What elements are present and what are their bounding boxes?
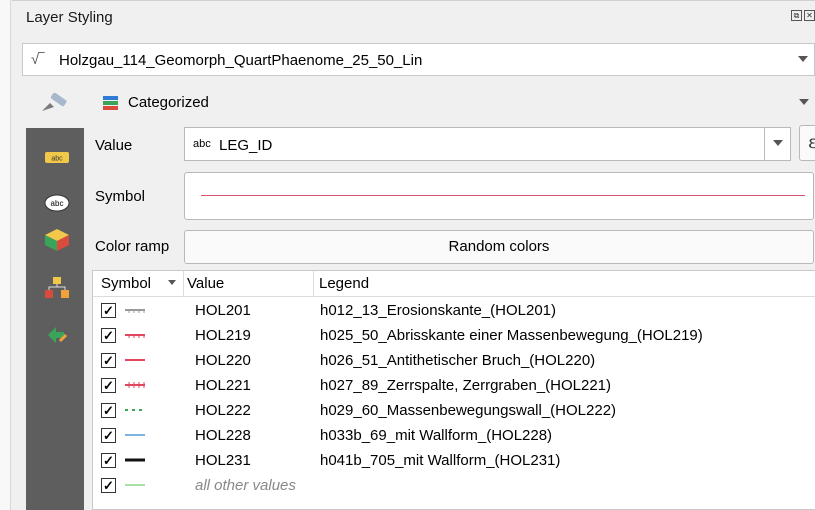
line-layer-icon: √‾ bbox=[31, 51, 45, 68]
renderer-selected: Categorized bbox=[128, 94, 209, 111]
row-checkbox[interactable]: ✓ bbox=[101, 453, 116, 468]
table-row[interactable]: ✓ HOL220 h026_51_Antithetischer Bruch_(HOL… bbox=[93, 348, 815, 373]
line-symbol-icon[interactable] bbox=[123, 328, 147, 342]
category-value[interactable]: HOL228 bbox=[195, 427, 251, 444]
category-legend[interactable]: h041b_705_mit Wallform_(HOL231) bbox=[320, 452, 560, 469]
panel-titlebar: Layer Styling ⧉ ✕ bbox=[12, 0, 815, 34]
float-panel-icon[interactable]: ⧉ bbox=[791, 10, 802, 21]
category-legend[interactable]: h025_50_Abrisskante einer Massenbewegung… bbox=[320, 327, 703, 344]
category-value[interactable]: HOL201 bbox=[195, 302, 251, 319]
sort-descending-icon[interactable] bbox=[168, 280, 176, 285]
string-field-icon: abc bbox=[193, 138, 211, 150]
line-symbol-icon[interactable] bbox=[123, 453, 147, 467]
chevron-down-icon bbox=[773, 140, 783, 146]
categorized-renderer-icon bbox=[103, 96, 118, 110]
row-checkbox[interactable]: ✓ bbox=[101, 303, 116, 318]
map-canvas-edge bbox=[0, 0, 11, 510]
symbol-label: Symbol bbox=[95, 188, 146, 205]
close-panel-icon[interactable]: ✕ bbox=[804, 10, 815, 21]
column-header-value[interactable]: Value bbox=[187, 275, 224, 292]
value-field-name: LEG_ID bbox=[219, 137, 273, 154]
value-field-dropdown[interactable] bbox=[765, 127, 791, 161]
other-values-label[interactable]: all other values bbox=[195, 477, 296, 494]
symbol-button[interactable] bbox=[184, 172, 814, 220]
category-legend[interactable]: h012_13_Erosionskante_(HOL201) bbox=[320, 302, 556, 319]
category-value[interactable]: HOL220 bbox=[195, 352, 251, 369]
history-tab-icon[interactable] bbox=[44, 323, 70, 347]
value-field-combo[interactable]: abc LEG_ID bbox=[184, 127, 765, 161]
renderer-type-combo[interactable]: Categorized bbox=[92, 87, 815, 119]
category-value[interactable]: HOL222 bbox=[195, 402, 251, 419]
titlebar-buttons: ⧉ ✕ bbox=[791, 10, 815, 21]
table-header: Symbol Value Legend bbox=[93, 271, 815, 297]
line-symbol-icon[interactable] bbox=[123, 303, 147, 317]
svg-text:abc: abc bbox=[51, 199, 64, 208]
table-row[interactable]: ✓ HOL201 h012_13_Erosionskante_(HOL201) bbox=[93, 298, 815, 323]
column-header-symbol[interactable]: Symbol bbox=[101, 275, 151, 292]
column-divider bbox=[183, 271, 184, 297]
row-checkbox[interactable]: ✓ bbox=[101, 478, 116, 493]
table-row-other[interactable]: ✓ all other values bbox=[93, 473, 815, 498]
masks-tab-icon[interactable]: abc bbox=[44, 191, 70, 215]
row-checkbox[interactable]: ✓ bbox=[101, 378, 116, 393]
layer-name: Holzgau_114_Geomorph_QuartPhaenome_25_50… bbox=[59, 52, 423, 69]
category-value[interactable]: HOL231 bbox=[195, 452, 251, 469]
column-header-legend[interactable]: Legend bbox=[319, 275, 369, 292]
column-divider bbox=[313, 271, 314, 297]
category-legend[interactable]: h027_89_Zerrspalte, Zerrgraben_(HOL221) bbox=[320, 377, 611, 394]
styling-sidebar: abc abc bbox=[26, 128, 84, 510]
chevron-down-icon bbox=[798, 56, 808, 62]
category-legend[interactable]: h026_51_Antithetischer Bruch_(HOL220) bbox=[320, 352, 595, 369]
3d-view-tab-icon[interactable] bbox=[44, 228, 70, 252]
category-value[interactable]: HOL221 bbox=[195, 377, 251, 394]
line-symbol-icon[interactable] bbox=[123, 378, 147, 392]
line-symbol-icon[interactable] bbox=[123, 353, 147, 367]
layer-select-combo[interactable]: √‾ Holzgau_114_Geomorph_QuartPhaenome_25… bbox=[22, 43, 815, 76]
color-ramp-button[interactable]: Random colors bbox=[184, 230, 814, 264]
table-row[interactable]: ✓ HOL221 h027_89_Zerrspalte, Zerrgraben_(H… bbox=[93, 373, 815, 398]
row-checkbox[interactable]: ✓ bbox=[101, 428, 116, 443]
value-label: Value bbox=[95, 137, 133, 154]
table-row[interactable]: ✓ HOL222 h029_60_Massenbewegungswall_(HOL2… bbox=[93, 398, 815, 423]
color-ramp-label: Color ramp bbox=[95, 238, 170, 255]
paintbrush-icon[interactable] bbox=[40, 93, 70, 113]
labels-tab-icon[interactable]: abc bbox=[44, 145, 70, 169]
svg-text:abc: abc bbox=[51, 156, 63, 163]
line-symbol-icon[interactable] bbox=[123, 478, 147, 492]
categories-table: Symbol Value Legend ✓ HOL201 h012_13_Erosi… bbox=[92, 270, 815, 510]
diagrams-tab-icon[interactable] bbox=[44, 276, 70, 300]
table-row[interactable]: ✓ HOL228 h033b_69_mit Wallform_(HOL228) bbox=[93, 423, 815, 448]
layer-styling-panel: Layer Styling ⧉ ✕ √‾ Holzgau_114_Geomorp… bbox=[12, 0, 815, 510]
expression-button[interactable]: ε bbox=[799, 125, 815, 161]
table-row[interactable]: ✓ HOL219 h025_50_Abrisskante einer Massenb… bbox=[93, 323, 815, 348]
qgis-window: Layer Styling ⧉ ✕ √‾ Holzgau_114_Geomorp… bbox=[0, 0, 815, 510]
row-checkbox[interactable]: ✓ bbox=[101, 328, 116, 343]
symbol-preview-line bbox=[201, 195, 805, 196]
line-symbol-icon[interactable] bbox=[123, 403, 147, 417]
row-checkbox[interactable]: ✓ bbox=[101, 353, 116, 368]
table-row[interactable]: ✓ HOL231 h041b_705_mit Wallform_(HOL231) bbox=[93, 448, 815, 473]
chevron-down-icon bbox=[799, 99, 809, 105]
row-checkbox[interactable]: ✓ bbox=[101, 403, 116, 418]
category-value[interactable]: HOL219 bbox=[195, 327, 251, 344]
category-legend[interactable]: h033b_69_mit Wallform_(HOL228) bbox=[320, 427, 552, 444]
line-symbol-icon[interactable] bbox=[123, 428, 147, 442]
category-legend[interactable]: h029_60_Massenbewegungswall_(HOL222) bbox=[320, 402, 616, 419]
panel-title: Layer Styling bbox=[26, 9, 113, 26]
